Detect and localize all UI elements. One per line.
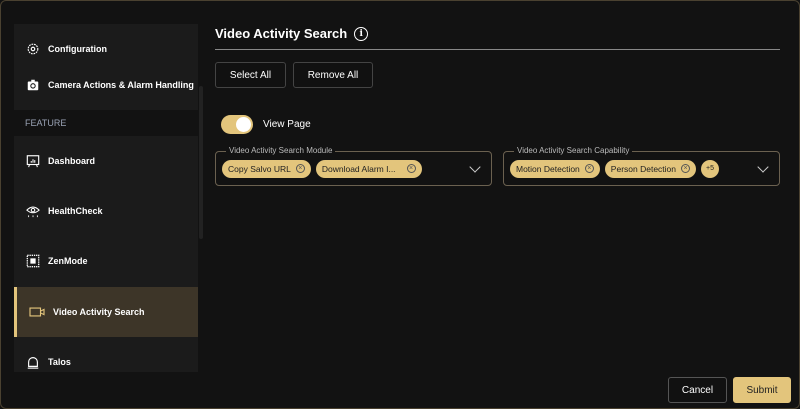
chip: Download Alarm I... × [315,159,422,178]
view-page-toggle[interactable] [221,115,253,134]
dashboard-icon [26,155,40,168]
gear-icon [27,43,39,55]
module-legend: Video Activity Search Module [226,146,336,155]
submit-button[interactable]: Submit [733,377,791,403]
sidebar-item-healthcheck[interactable]: HealthCheck [14,186,198,236]
chip: Person Detection × [604,159,696,178]
page-title-text: Video Activity Search [215,26,348,41]
eye-icon [26,206,40,218]
chip-label: Motion Detection [516,163,580,174]
camera-flip-icon [27,79,39,91]
sidebar-item-label: Dashboard [48,156,96,166]
select-all-button[interactable]: Select All [215,62,286,88]
cancel-button[interactable]: Cancel [668,377,727,403]
grid-icon [26,254,40,268]
chip-label: Download Alarm I... [321,163,396,174]
remove-chip-icon[interactable]: × [584,164,594,173]
remove-chip-icon[interactable]: × [681,164,690,173]
sidebar-item-label: Configuration [48,44,107,54]
sidebar-item-zenmode[interactable]: ZenMode [14,236,198,286]
chip: Motion Detection × [510,159,600,178]
remove-all-button[interactable]: Remove All [293,62,373,88]
chip: Copy Salvo URL × [222,159,311,178]
divider [215,49,780,50]
sidebar-item-label: Camera Actions & Alarm Handling [48,80,194,90]
chevron-down-icon[interactable] [757,161,769,173]
page-title: Video Activity Search i [215,26,369,41]
video-camera-icon [29,307,45,317]
info-icon[interactable]: i [354,26,369,41]
bell-icon [27,357,39,369]
sidebar-item-dashboard[interactable]: Dashboard [14,136,198,186]
sidebar: Configuration Camera Actions & Alarm Han… [14,24,198,372]
sidebar-item-label: HealthCheck [48,206,103,216]
sidebar-item-video-activity-search[interactable]: Video Activity Search [14,287,198,337]
remove-chip-icon[interactable]: × [295,164,305,173]
sidebar-item-label: Talos [48,357,71,367]
more-count-badge[interactable]: +5 [701,159,719,178]
view-page-label: View Page [263,119,311,130]
sidebar-item-camera-actions[interactable]: Camera Actions & Alarm Handling [14,60,198,110]
chip-label: Copy Salvo URL [228,163,291,174]
sidebar-item-talos[interactable]: Talos [14,337,198,387]
sidebar-scrollbar[interactable] [199,86,203,239]
chevron-down-icon[interactable] [469,161,481,173]
sidebar-item-label: ZenMode [48,256,88,266]
capability-select[interactable]: Video Activity Search Capability Motion … [503,146,780,186]
capability-legend: Video Activity Search Capability [514,146,633,155]
module-select[interactable]: Video Activity Search Module Copy Salvo … [215,146,492,186]
sidebar-item-label: Video Activity Search [53,307,145,317]
remove-chip-icon[interactable]: × [406,164,416,173]
section-label: FEATURE [14,110,198,136]
chip-label: Person Detection [610,163,676,174]
